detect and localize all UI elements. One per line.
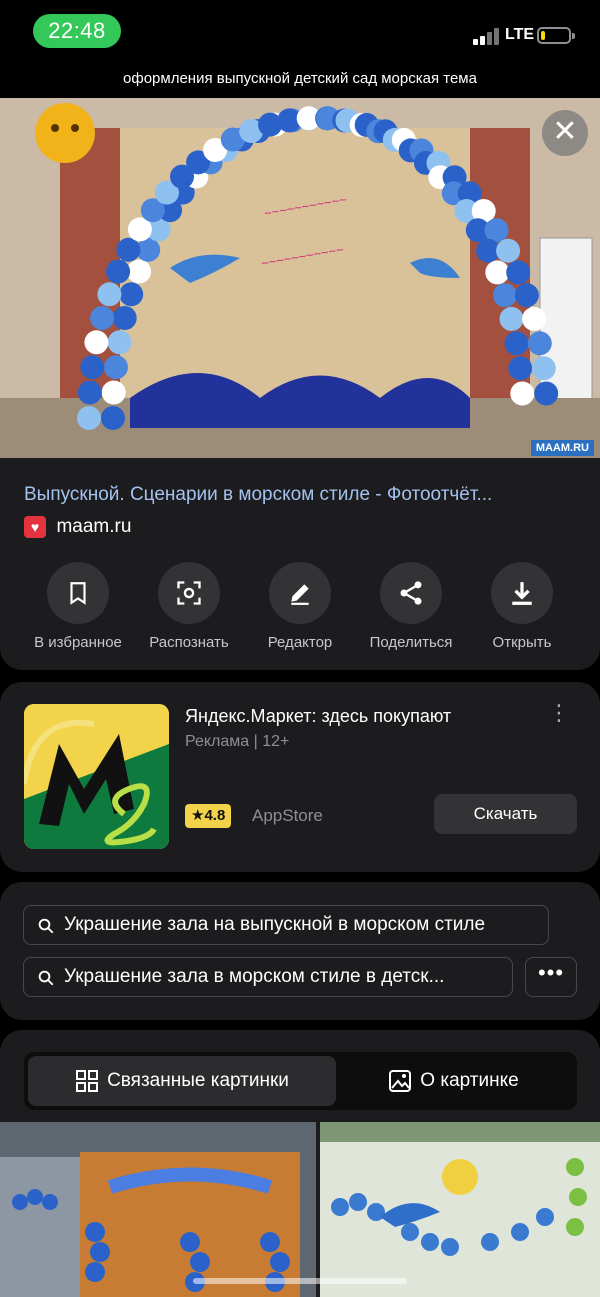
result-title-link[interactable]: Выпускной. Сценарии в морском стиле - Фо… [24,484,584,506]
source-domain: maam.ru [56,516,132,537]
balloon [101,406,125,430]
battery-icon [537,27,575,44]
store-name: AppStore [252,806,323,825]
balloon [531,356,556,381]
balloon [493,283,517,308]
balloon [116,237,141,262]
balloon [112,306,137,330]
balloon [485,260,510,285]
balloon [77,380,102,405]
tab-related-images[interactable]: Связанные картинки [28,1056,336,1106]
search-icon [38,970,54,986]
balloon [107,330,132,355]
tab-switcher: Связанные картинки О картинке [24,1052,577,1110]
balloon [84,330,109,355]
editor-button[interactable]: Редактор [240,562,360,651]
balloon [527,331,552,356]
balloon [522,306,547,331]
share-icon [400,581,422,605]
balloon [106,259,131,284]
balloon [127,259,152,284]
bookmark-icon [70,582,86,605]
more-options-icon[interactable]: ⋮ [548,702,570,736]
search-icon [38,918,54,934]
download-icon [512,582,532,605]
balloon [80,355,105,380]
balloon [514,283,539,308]
balloon [104,355,128,380]
star-icon: ★ [191,807,205,824]
balloon-arch-illustration: ~~~~~~~~~~~ ~~~~~~~~~~~ [0,98,600,458]
related-image-picture [320,1122,600,1297]
app-icon[interactable] [24,704,169,849]
balloon [90,306,115,330]
yandex-market-logo [24,704,169,849]
app-name[interactable]: Яндекс.Маркет: здесь покупают [185,706,451,727]
ad-meta: Реклама | 12+ [185,733,290,750]
battery-level [541,31,545,40]
balloon [484,218,509,243]
balloon [496,238,521,263]
suggestion-chip[interactable]: Украшение зала в морском стиле в детск..… [23,957,513,997]
suggestions-card [0,882,600,1020]
source-row[interactable]: ♥ maam.ru [24,516,131,540]
network-label: LTE [505,26,535,43]
balloon [77,406,101,430]
home-indicator[interactable] [193,1278,407,1284]
balloon [508,356,533,381]
watermark: MAAM.RU [530,440,594,456]
related-image[interactable] [0,1122,316,1297]
grid-icon [76,1070,99,1092]
page-title: оформления выпускной детский сад морская… [123,70,477,87]
download-button[interactable]: Скачать [434,794,577,834]
recognize-button[interactable]: Распознать [129,562,249,651]
scan-icon [177,581,201,605]
hero-image[interactable]: ~~~~~~~~~~~ ~~~~~~~~~~~ ✕ MAAM.RU [0,98,600,458]
related-image-picture [0,1122,316,1297]
time-pill[interactable]: 22:48 [33,14,121,48]
balloon [510,381,535,406]
balloon [119,282,144,307]
suggestion-chip[interactable]: Украшение зала на выпускной в морском ст… [23,905,549,945]
status-bar: 22:48 LTE [0,0,600,64]
balloon [534,381,559,406]
rating-badge: ★4.8 [185,804,232,828]
balloon [499,306,524,331]
open-button[interactable]: Открыть [462,562,582,651]
related-image[interactable] [320,1122,600,1297]
signal-icon [473,27,501,45]
heart-icon: ♥ [24,516,46,538]
more-suggestions-button[interactable]: ••• [525,957,577,997]
share-button[interactable]: Поделиться [351,562,471,651]
tab-about-image[interactable]: О картинке [334,1056,573,1106]
favorite-button[interactable]: В избранное [18,562,138,651]
image-icon [389,1070,412,1092]
close-button[interactable]: ✕ [542,110,588,156]
balloon [97,282,122,307]
balloon [504,331,529,356]
balloon [101,380,126,405]
pencil-icon [291,584,309,605]
balloon [506,260,531,285]
